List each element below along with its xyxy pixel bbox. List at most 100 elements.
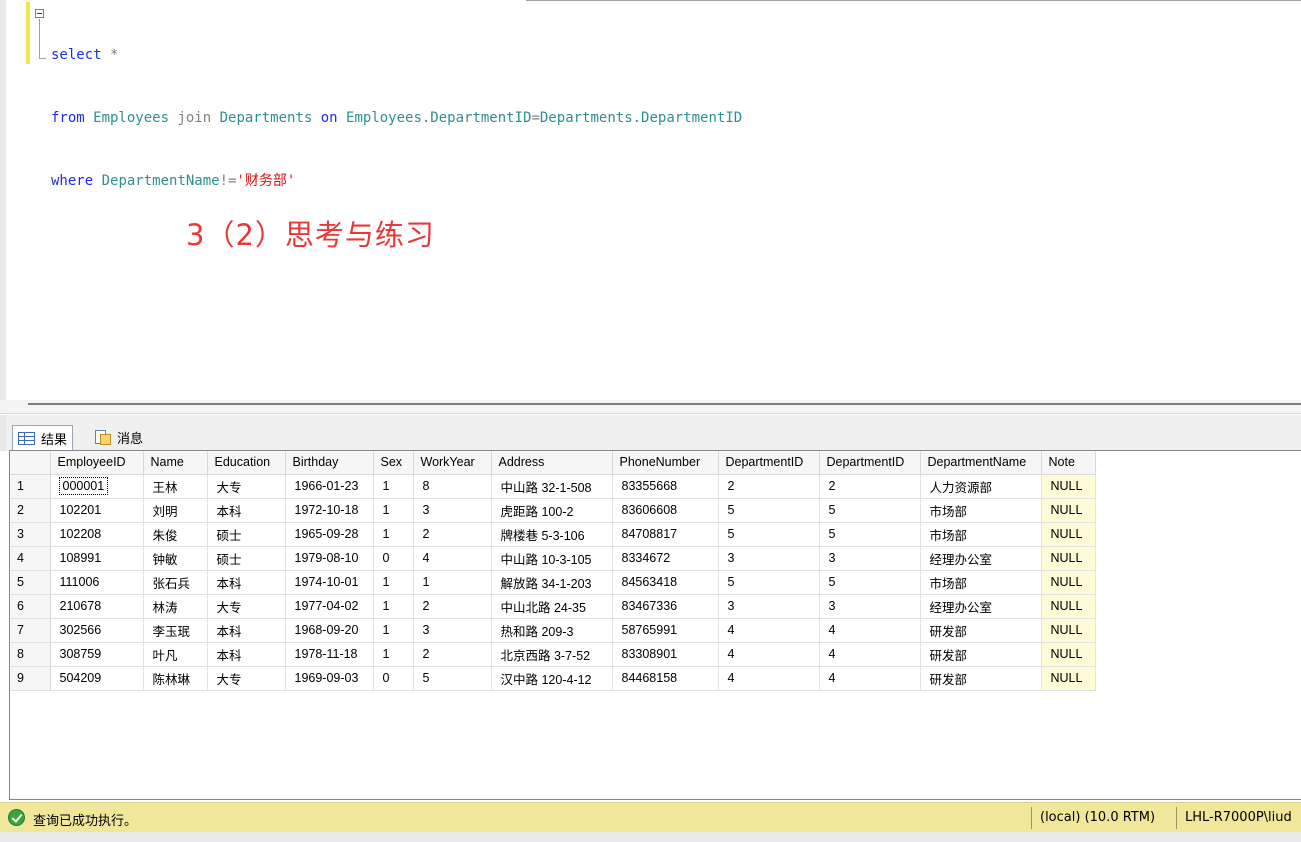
cell-department-name[interactable]: 研发部	[920, 642, 1042, 667]
cell-department-id[interactable]: 3	[718, 594, 820, 619]
table-row[interactable]: 4 108991 钟敏 硕士 1979-08-10 0 4 中山路 10-3-105 83346…	[10, 546, 1096, 571]
cell-name[interactable]: 张石兵	[143, 570, 208, 595]
cell-education[interactable]: 本科	[207, 570, 286, 595]
cell-phone-number[interactable]: 8334672	[612, 546, 719, 571]
cell-education[interactable]: 硕士	[207, 546, 286, 571]
table-row[interactable]: 7 302566 李玉珉 本科 1968-09-20 1 3 热和路 209-3 5876599…	[10, 618, 1096, 643]
cell-employee-id[interactable]: 102208	[50, 522, 144, 547]
cell-row-number[interactable]: 8	[10, 642, 51, 667]
cell-department-id[interactable]: 5	[718, 522, 820, 547]
cell-department-id-2[interactable]: 3	[819, 594, 921, 619]
cell-note[interactable]: NULL	[1041, 594, 1096, 619]
column-header-birthday[interactable]: Birthday	[285, 451, 374, 475]
cell-birthday[interactable]: 1974-10-01	[285, 570, 374, 595]
cell-row-number[interactable]: 3	[10, 522, 51, 547]
cell-department-id-2[interactable]: 5	[819, 498, 921, 523]
cell-education[interactable]: 大专	[207, 666, 286, 691]
collapse-region-icon[interactable]	[35, 9, 44, 18]
column-header-address[interactable]: Address	[491, 451, 613, 475]
tab-messages[interactable]: 消息	[90, 425, 148, 449]
table-row[interactable]: 3 102208 朱俊 硕士 1965-09-28 1 2 牌楼巷 5-3-106 847088…	[10, 522, 1096, 547]
cell-phone-number[interactable]: 58765991	[612, 618, 719, 643]
cell-note[interactable]: NULL	[1041, 618, 1096, 643]
cell-department-id[interactable]: 5	[718, 570, 820, 595]
cell-phone-number[interactable]: 84468158	[612, 666, 719, 691]
cell-department-name[interactable]: 市场部	[920, 570, 1042, 595]
cell-phone-number[interactable]: 83308901	[612, 642, 719, 667]
column-header-sex[interactable]: Sex	[373, 451, 414, 475]
cell-note[interactable]: NULL	[1041, 642, 1096, 667]
cell-education[interactable]: 硕士	[207, 522, 286, 547]
cell-address[interactable]: 虎距路 100-2	[491, 498, 613, 523]
cell-name[interactable]: 林涛	[143, 594, 208, 619]
cell-education[interactable]: 大专	[207, 474, 286, 499]
cell-birthday[interactable]: 1966-01-23	[285, 474, 374, 499]
column-header-education[interactable]: Education	[207, 451, 286, 475]
cell-sex[interactable]: 1	[373, 498, 414, 523]
cell-employee-id[interactable]: 111006	[50, 570, 144, 595]
cell-department-id-2[interactable]: 4	[819, 618, 921, 643]
cell-name[interactable]: 刘明	[143, 498, 208, 523]
cell-name[interactable]: 朱俊	[143, 522, 208, 547]
cell-work-year[interactable]: 3	[413, 498, 492, 523]
cell-address[interactable]: 中山路 10-3-105	[491, 546, 613, 571]
column-header-employee-id[interactable]: EmployeeID	[50, 451, 144, 475]
table-row[interactable]: 5 111006 张石兵 本科 1974-10-01 1 1 解放路 34-1-203 8456…	[10, 570, 1096, 595]
cell-work-year[interactable]: 2	[413, 522, 492, 547]
cell-birthday[interactable]: 1968-09-20	[285, 618, 374, 643]
cell-department-name[interactable]: 经理办公室	[920, 546, 1042, 571]
cell-birthday[interactable]: 1969-09-03	[285, 666, 374, 691]
cell-department-id-2[interactable]: 5	[819, 522, 921, 547]
cell-phone-number[interactable]: 83355668	[612, 474, 719, 499]
cell-birthday[interactable]: 1979-08-10	[285, 546, 374, 571]
cell-department-id[interactable]: 4	[718, 642, 820, 667]
cell-sex[interactable]: 0	[373, 666, 414, 691]
cell-sex[interactable]: 1	[373, 522, 414, 547]
cell-department-name[interactable]: 人力资源部	[920, 474, 1042, 499]
cell-row-number[interactable]: 6	[10, 594, 51, 619]
cell-address[interactable]: 中山路 32-1-508	[491, 474, 613, 499]
cell-department-id[interactable]: 3	[718, 546, 820, 571]
cell-department-id[interactable]: 4	[718, 666, 820, 691]
cell-phone-number[interactable]: 84708817	[612, 522, 719, 547]
cell-department-name[interactable]: 市场部	[920, 522, 1042, 547]
column-header-department-id-2[interactable]: DepartmentID	[819, 451, 921, 475]
cell-work-year[interactable]: 5	[413, 666, 492, 691]
cell-note[interactable]: NULL	[1041, 474, 1096, 499]
column-header-note[interactable]: Note	[1041, 451, 1096, 475]
cell-row-number[interactable]: 9	[10, 666, 51, 691]
cell-sex[interactable]: 1	[373, 570, 414, 595]
cell-address[interactable]: 汉中路 120-4-12	[491, 666, 613, 691]
cell-education[interactable]: 本科	[207, 498, 286, 523]
cell-birthday[interactable]: 1972-10-18	[285, 498, 374, 523]
cell-work-year[interactable]: 2	[413, 594, 492, 619]
cell-address[interactable]: 热和路 209-3	[491, 618, 613, 643]
cell-department-name[interactable]: 经理办公室	[920, 594, 1042, 619]
cell-department-id-2[interactable]: 4	[819, 666, 921, 691]
table-row[interactable]: 9 504209 陈林琳 大专 1969-09-03 0 5 汉中路 120-4-12 8446…	[10, 666, 1096, 691]
table-row[interactable]: 8 308759 叶凡 本科 1978-11-18 1 2 北京西路 3-7-52 833089…	[10, 642, 1096, 667]
column-header-row-number[interactable]	[10, 451, 51, 475]
cell-birthday[interactable]: 1965-09-28	[285, 522, 374, 547]
cell-work-year[interactable]: 1	[413, 570, 492, 595]
cell-row-number[interactable]: 7	[10, 618, 51, 643]
cell-education[interactable]: 本科	[207, 618, 286, 643]
cell-employee-id[interactable]: 308759	[50, 642, 144, 667]
cell-address[interactable]: 牌楼巷 5-3-106	[491, 522, 613, 547]
cell-row-number[interactable]: 5	[10, 570, 51, 595]
cell-department-id[interactable]: 4	[718, 618, 820, 643]
query-editor[interactable]: select * from Employees join Departments…	[0, 0, 1301, 400]
table-row[interactable]: 2 102201 刘明 本科 1972-10-18 1 3 虎距路 100-2 83606608…	[10, 498, 1096, 523]
cell-department-name[interactable]: 研发部	[920, 618, 1042, 643]
cell-row-number[interactable]: 4	[10, 546, 51, 571]
cell-address[interactable]: 解放路 34-1-203	[491, 570, 613, 595]
cell-sex[interactable]: 1	[373, 618, 414, 643]
cell-employee-id[interactable]: 302566	[50, 618, 144, 643]
cell-department-id-2[interactable]: 3	[819, 546, 921, 571]
cell-note[interactable]: NULL	[1041, 570, 1096, 595]
cell-sex[interactable]: 1	[373, 642, 414, 667]
table-row[interactable]: 1 000001 王林 大专 1966-01-23 1 8 中山路 32-1-508 83355…	[10, 474, 1096, 499]
cell-note[interactable]: NULL	[1041, 666, 1096, 691]
cell-name[interactable]: 李玉珉	[143, 618, 208, 643]
cell-department-id[interactable]: 5	[718, 498, 820, 523]
